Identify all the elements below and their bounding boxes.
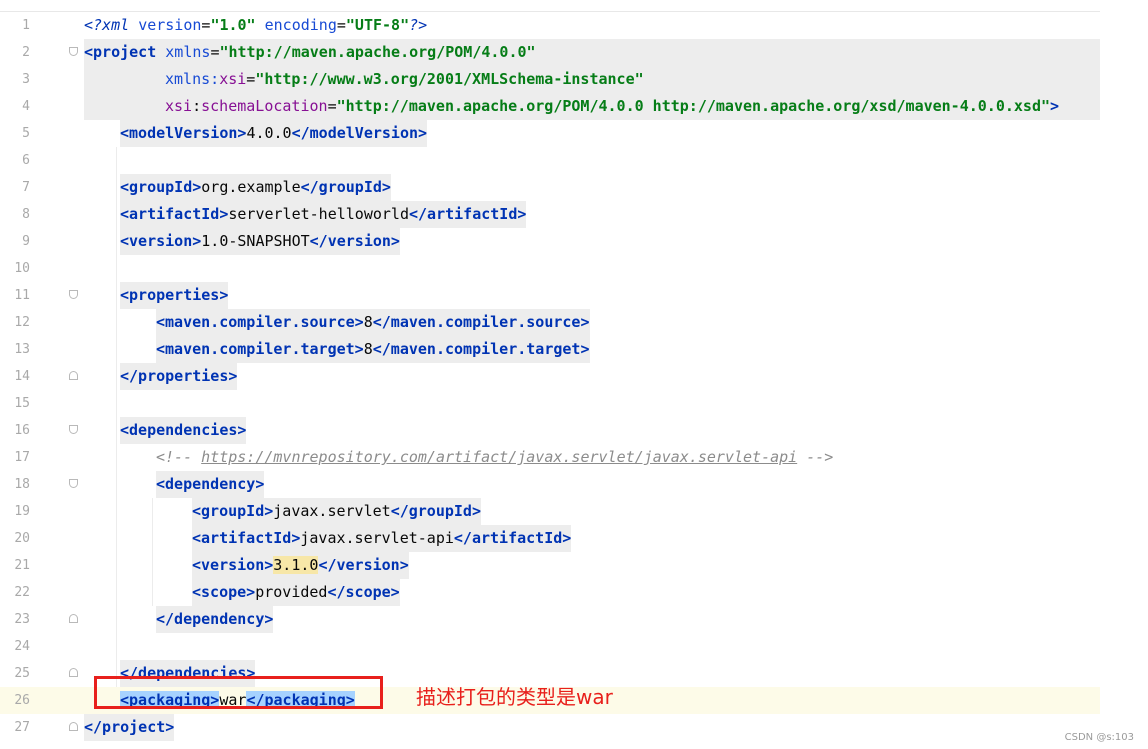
line-number: 19	[14, 504, 30, 519]
line-number: 6	[22, 153, 30, 168]
mvnrepository-link[interactable]: https://mvnrepository.com/artifact/javax…	[201, 448, 797, 466]
dependency-version[interactable]: <version>3.1.0</version>	[192, 552, 409, 579]
compiler-target-element[interactable]: <maven.compiler.target>8</maven.compiler…	[156, 336, 590, 363]
dependencies-open-tag[interactable]: <dependencies>	[120, 417, 247, 444]
line-number: 15	[14, 396, 30, 411]
project-open-tag[interactable]: <project xmlns="http://maven.apache.org/…	[84, 39, 1100, 66]
code-line-10: 10	[0, 255, 1100, 282]
artifact-id-element[interactable]: <artifactId>serverlet-helloworld</artifa…	[120, 201, 527, 228]
line-number: 11	[14, 288, 30, 303]
model-version-element[interactable]: <modelVersion>4.0.0</modelVersion>	[120, 120, 428, 147]
line-number: 7	[22, 180, 30, 195]
dependency-artifact-id[interactable]: <artifactId>javax.servlet-api</artifactI…	[192, 525, 572, 552]
line-number: 5	[22, 126, 30, 141]
code-line-3: 3 xmlns:xsi="http://www.w3.org/2001/XMLS…	[0, 66, 1100, 93]
code-line-8: 8 <artifactId>serverlet-helloworld</arti…	[0, 201, 1100, 228]
dependency-scope[interactable]: <scope>provided</scope>	[192, 579, 400, 606]
fold-toggle-icon[interactable]	[69, 668, 78, 677]
fold-toggle-icon[interactable]	[69, 722, 78, 731]
dependency-group-id[interactable]: <groupId>javax.servlet</groupId>	[192, 498, 481, 525]
code-line-7: 7 <groupId>org.example</groupId>	[0, 174, 1100, 201]
code-line-15: 15	[0, 390, 1100, 417]
code-line-11: 11 <properties>	[0, 282, 1100, 309]
group-id-element[interactable]: <groupId>org.example</groupId>	[120, 174, 391, 201]
code-line-24: 24	[0, 633, 1100, 660]
code-line-14: 14 </properties>	[0, 363, 1100, 390]
code-line-19: 19 <groupId>javax.servlet</groupId>	[0, 498, 1100, 525]
fold-toggle-icon[interactable]	[69, 290, 78, 299]
line-number: 25	[14, 666, 30, 681]
code-line-18: 18 <dependency>	[0, 471, 1100, 498]
fold-toggle-icon[interactable]	[69, 479, 78, 488]
code-line-9: 9 <version>1.0-SNAPSHOT</version>	[0, 228, 1100, 255]
properties-open-tag[interactable]: <properties>	[120, 282, 229, 309]
code-line-12: 12 <maven.compiler.source>8</maven.compi…	[0, 309, 1100, 336]
code-line-13: 13 <maven.compiler.target>8</maven.compi…	[0, 336, 1100, 363]
line-number: 24	[14, 639, 30, 654]
xml-comment: <!-- https://mvnrepository.com/artifact/…	[156, 448, 834, 466]
line-number: 27	[14, 720, 30, 735]
line-number: 4	[22, 99, 30, 114]
line-number: 12	[14, 315, 30, 330]
project-close-tag[interactable]: </project>	[84, 714, 175, 741]
line-number: 2	[22, 45, 30, 60]
line-number: 8	[22, 207, 30, 222]
annotation-text: 描述打包的类型是war	[416, 685, 613, 709]
code-editor[interactable]: 1 <?xml version="1.0" encoding="UTF-8"?>…	[0, 11, 1100, 741]
code-line-21: 21 <version>3.1.0</version>	[0, 552, 1100, 579]
code-line-27: 27 </project>	[0, 714, 1100, 741]
schema-location-attribute[interactable]: xsi:schemaLocation="http://maven.apache.…	[84, 93, 1100, 120]
line-number: 26	[14, 693, 30, 708]
line-number: 17	[14, 450, 30, 465]
line-number: 22	[14, 585, 30, 600]
line-number: 13	[14, 342, 30, 357]
code-line-17: 17 <!-- https://mvnrepository.com/artifa…	[0, 444, 1100, 471]
line-number: 10	[14, 261, 30, 276]
line-number: 21	[14, 558, 30, 573]
code-line-23: 23 </dependency>	[0, 606, 1100, 633]
line-number: 18	[14, 477, 30, 492]
code-line-5: 5 <modelVersion>4.0.0</modelVersion>	[0, 120, 1100, 147]
dependency-close-tag[interactable]: </dependency>	[156, 606, 274, 633]
xmlns-xsi-attribute[interactable]: xmlns:xsi="http://www.w3.org/2001/XMLSch…	[84, 66, 1100, 93]
line-number: 23	[14, 612, 30, 627]
fold-toggle-icon[interactable]	[69, 371, 78, 380]
code-line-4: 4 xsi:schemaLocation="http://maven.apach…	[0, 93, 1100, 120]
version-element[interactable]: <version>1.0-SNAPSHOT</version>	[120, 228, 400, 255]
properties-close-tag[interactable]: </properties>	[120, 363, 238, 390]
code-line-2: 2 <project xmlns="http://maven.apache.or…	[0, 39, 1100, 66]
line-number: 3	[22, 72, 30, 87]
compiler-source-element[interactable]: <maven.compiler.source>8</maven.compiler…	[156, 309, 590, 336]
line-number: 20	[14, 531, 30, 546]
code-line-22: 22 <scope>provided</scope>	[0, 579, 1100, 606]
fold-toggle-icon[interactable]	[69, 47, 78, 56]
fold-toggle-icon[interactable]	[69, 614, 78, 623]
line-number: 16	[14, 423, 30, 438]
line-number: 14	[14, 369, 30, 384]
code-line-16: 16 <dependencies>	[0, 417, 1100, 444]
xml-declaration[interactable]: <?xml version="1.0" encoding="UTF-8"?>	[84, 12, 427, 39]
annotation-highlight-box	[94, 676, 383, 709]
fold-toggle-icon[interactable]	[69, 425, 78, 434]
dependency-open-tag[interactable]: <dependency>	[156, 471, 265, 498]
watermark: CSDN @s:103	[1064, 732, 1134, 743]
code-line-20: 20 <artifactId>javax.servlet-api</artifa…	[0, 525, 1100, 552]
line-number: 9	[22, 234, 30, 249]
code-line-6: 6	[0, 147, 1100, 174]
code-line-1: 1 <?xml version="1.0" encoding="UTF-8"?>	[0, 12, 1100, 39]
line-number: 1	[22, 18, 30, 33]
